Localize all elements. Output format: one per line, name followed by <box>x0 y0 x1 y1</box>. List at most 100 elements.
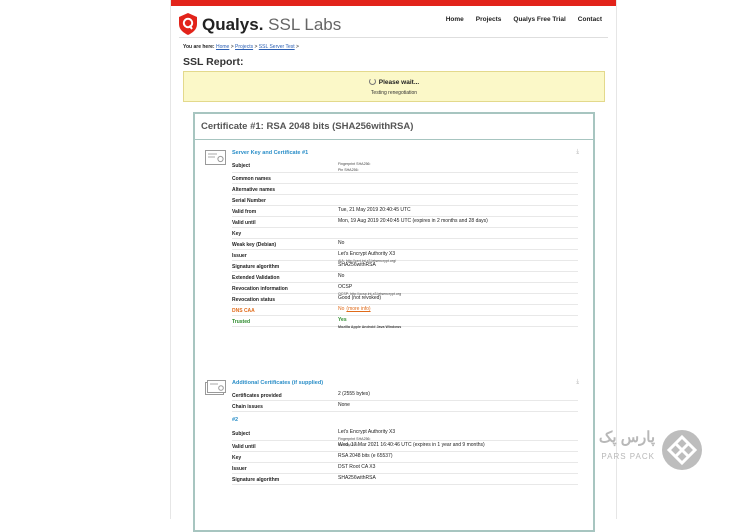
table-row: DNS CAA No (more info) <box>232 305 578 316</box>
row-key: Alternative names <box>232 187 276 193</box>
qualys-shield-icon[interactable] <box>179 13 197 35</box>
row-key: Revocation information <box>232 286 288 292</box>
row-value: Yes Mozilla Apple Android Java Windows <box>338 317 401 330</box>
notice-message: Testing renegotiation <box>370 90 418 96</box>
breadcrumb-prefix: You are here: <box>183 44 215 50</box>
table-row: Serial Number <box>232 195 578 206</box>
additional-certs-section: Additional Certificates (if supplied) ⤓ … <box>203 376 585 506</box>
row-value: No <box>338 273 344 280</box>
row-key: Valid until <box>232 220 256 226</box>
row-value: Fingerprint SHA256: Pin SHA256: <box>338 161 371 173</box>
row-value-text: Tue, 21 May 2019 20:40:45 UTC <box>338 207 411 213</box>
row-value: SHA256withRSA <box>338 262 376 269</box>
row-value-text: SHA256withRSA <box>338 262 376 268</box>
row-value: Wed, 17 Mar 2021 16:40:46 UTC (expires i… <box>338 442 485 449</box>
row-value: 2 (2555 bytes) <box>338 391 370 398</box>
table-row: Subject Let's Encrypt Authority X3 Fingerp… <box>232 428 578 447</box>
row-key: Signature algorithm <box>232 264 280 270</box>
row-value-text: Wed, 17 Mar 2021 16:40:46 UTC (expires i… <box>338 442 485 448</box>
nav-projects[interactable]: Projects <box>476 16 502 23</box>
row-key: DNS CAA <box>232 308 255 314</box>
pars-pack-logo-icon <box>662 430 702 470</box>
row-key: Key <box>232 231 242 237</box>
certificate-chain-icon <box>205 380 226 395</box>
breadcrumb-projects[interactable]: Projects <box>235 44 253 50</box>
row-key: Weak key (Debian) <box>232 242 277 248</box>
table-row: Valid until Mon, 19 Aug 2019 20:40:45 UTC… <box>232 217 578 228</box>
row-key: Signature algorithm <box>232 477 280 483</box>
additional-certs-title: Additional Certificates (if supplied) <box>232 380 324 386</box>
nav-free-trial[interactable]: Qualys Free Trial <box>513 16 565 23</box>
row-subvalue: Mozilla Apple Android Java Windows <box>338 325 402 329</box>
row-key: Valid from <box>232 209 257 215</box>
row-value: SHA256withRSA <box>338 475 376 482</box>
row-key: Revocation status <box>232 297 276 303</box>
breadcrumb: You are here: Home > Projects > SSL Serv… <box>183 44 299 50</box>
server-key-title: Server Key and Certificate #1 <box>232 150 309 156</box>
watermark-text: پارس پک <box>598 429 655 446</box>
row-key: Issuer <box>232 253 247 259</box>
row-value-text: No <box>338 273 345 279</box>
row-key: Chain issues <box>232 404 263 410</box>
table-row: Valid until Wed, 17 Mar 2021 16:40:46 UTC… <box>232 441 578 452</box>
row-key: Common names <box>232 176 271 182</box>
table-row: Valid from Tue, 21 May 2019 20:40:45 UTC <box>232 206 578 217</box>
page: Qualys. SSL Labs Home Projects Qualys Fr… <box>170 0 617 532</box>
table-row: Signature algorithm SHA256withRSA <box>232 261 578 272</box>
row-key: Subject <box>232 163 251 169</box>
row-value-text: Let's Encrypt Authority X3 <box>338 429 396 435</box>
row-value-text: 2 (2555 bytes) <box>338 391 370 397</box>
row-value-text: Yes <box>338 317 347 323</box>
breadcrumb-home[interactable]: Home <box>216 44 229 50</box>
row-value: Tue, 21 May 2019 20:40:45 UTC <box>338 207 411 214</box>
row-value: Good (not revoked) <box>338 295 381 302</box>
brand-logo[interactable]: Qualys. SSL Labs <box>202 15 341 35</box>
brand-name: Qualys. <box>202 15 264 34</box>
row-key: Extended Validation <box>232 275 280 281</box>
table-row: Key RSA 2048 bits (e 65537) <box>232 452 578 463</box>
row-value-text: Good (not revoked) <box>338 295 382 301</box>
table-row: Alternative names <box>232 184 578 195</box>
table-row: Revocation information OCSP OCSP: http://o… <box>232 283 578 296</box>
row-value: DST Root CA X3 <box>338 464 375 471</box>
row-value: Mon, 19 Aug 2019 20:40:45 UTC (expires i… <box>338 218 488 225</box>
nav-contact[interactable]: Contact <box>578 16 602 23</box>
spinner-icon <box>368 78 376 85</box>
certificate-panel: Certificate #1: RSA 2048 bits (SHA256wit… <box>193 112 595 532</box>
header-divider <box>179 37 608 38</box>
row-value: No (more info) <box>338 306 371 313</box>
row-key: Key <box>232 455 242 461</box>
server-key-section: Server Key and Certificate #1 ⤓ Subject F… <box>203 146 585 371</box>
download-arrow-icon[interactable]: ⤓ <box>576 149 579 156</box>
table-row: Revocation status Good (not revoked) <box>232 294 578 305</box>
row-value-text: OCSP <box>338 284 353 290</box>
breadcrumb-ssl-server-test[interactable]: SSL Server Test <box>259 44 295 50</box>
row-value-text: No <box>338 306 345 312</box>
row-key: Valid until <box>232 444 256 450</box>
table-row: Weak key (Debian) No <box>232 239 578 250</box>
please-wait-notice: Please wait... Testing renegotiation <box>183 71 605 102</box>
pars-pack-watermark: پارس پک PARS PACK <box>583 428 707 470</box>
certificate-icon <box>205 150 226 165</box>
table-row: Trusted Yes Mozilla Apple Android Java Win… <box>232 316 578 330</box>
chain-cert-label: #2 <box>232 417 239 423</box>
table-row: Subject Fingerprint SHA256: Pin SHA256: <box>232 160 578 173</box>
row-value: RSA 2048 bits (e 65537) <box>338 453 392 460</box>
nav-home[interactable]: Home <box>446 16 464 23</box>
certificate-heading: Certificate #1: RSA 2048 bits (SHA256wit… <box>195 114 593 140</box>
table-row: Extended Validation No <box>232 272 578 283</box>
table-row: Issuer DST Root CA X3 <box>232 463 578 474</box>
row-value-text: Mon, 19 Aug 2019 20:40:45 UTC (expires i… <box>338 218 488 224</box>
download-arrow-icon[interactable]: ⤓ <box>576 379 579 386</box>
table-row: Certificates provided 2 (2555 bytes) <box>232 390 578 401</box>
top-bar <box>171 0 616 6</box>
row-value: None <box>338 402 350 409</box>
row-key: Issuer <box>232 466 247 472</box>
table-row: Key <box>232 228 578 239</box>
more-info-link[interactable]: (more info) <box>346 306 370 312</box>
row-value-text: RSA 2048 bits (e 65537) <box>338 453 393 459</box>
table-row: Signature algorithm SHA256withRSA <box>232 474 578 485</box>
row-value-text: No <box>338 240 345 246</box>
page-title: SSL Report: <box>183 56 244 68</box>
top-nav: Home Projects Qualys Free Trial Contact <box>446 16 602 23</box>
